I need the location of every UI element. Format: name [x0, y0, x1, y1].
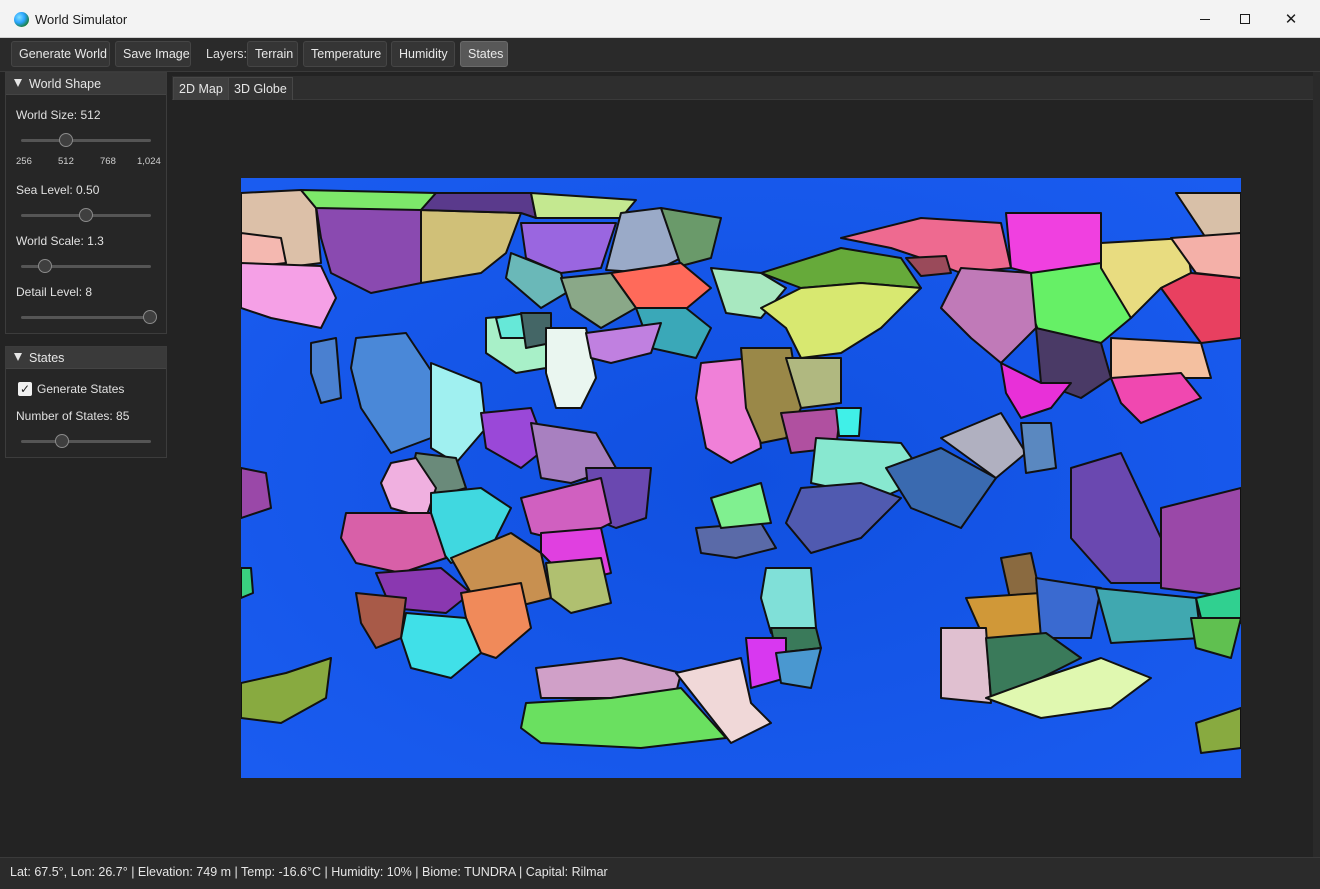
status-text: Lat: 67.5°, Lon: 26.7° | Elevation: 749 … — [10, 865, 608, 879]
state-region[interactable] — [241, 467, 272, 519]
layer-temperature-button[interactable]: Temperature — [303, 41, 387, 67]
slider-track — [21, 440, 151, 443]
slider-track — [21, 316, 151, 319]
state-region[interactable] — [1110, 337, 1212, 379]
states-header[interactable]: States — [6, 347, 166, 369]
slider-thumb[interactable] — [55, 434, 69, 448]
world-shape-title: World Shape — [29, 77, 102, 91]
world-map-canvas[interactable] — [241, 178, 1241, 778]
world-shape-header[interactable]: World Shape — [6, 73, 166, 95]
content-area: 2D Map 3D Globe — [167, 72, 1313, 857]
close-icon: ✕ — [1284, 11, 1298, 28]
slider-track — [21, 139, 151, 142]
state-region[interactable] — [835, 407, 862, 437]
right-edge — [1313, 72, 1320, 889]
title-bar: World Simulator ✕ — [0, 0, 1320, 38]
slider-thumb[interactable] — [59, 133, 73, 147]
slider-thumb[interactable] — [79, 208, 93, 222]
world-scale-label: World Scale: 1.3 — [16, 234, 104, 248]
states-title: States — [29, 351, 65, 365]
tick-label: 256 — [16, 156, 32, 167]
tick-label: 1,024 — [137, 156, 161, 167]
collapse-triangle-icon — [14, 79, 22, 87]
state-region[interactable] — [940, 627, 992, 704]
view-tabs: 2D Map 3D Globe — [172, 76, 1313, 100]
slider-thumb[interactable] — [38, 259, 52, 273]
state-region[interactable] — [1095, 587, 1202, 644]
layers-label: Layers: — [206, 47, 247, 61]
save-image-button[interactable]: Save Image — [115, 41, 191, 67]
state-region[interactable] — [760, 567, 817, 634]
state-region[interactable] — [1005, 212, 1102, 274]
sidebar: World Shape World Size: 512 256 512 768 … — [0, 72, 167, 857]
checkmark-icon: ✓ — [19, 382, 31, 396]
generate-states-checkbox[interactable]: ✓ — [18, 382, 32, 396]
layer-terrain-button[interactable]: Terrain — [247, 41, 298, 67]
detail-level-label: Detail Level: 8 — [16, 285, 93, 299]
maximize-button[interactable] — [1222, 0, 1268, 38]
tab-3d-globe[interactable]: 3D Globe — [228, 77, 293, 100]
states-panel: States ✓ Generate States Number of State… — [5, 346, 167, 458]
world-map[interactable] — [241, 178, 1241, 778]
minimize-icon — [1200, 18, 1210, 20]
generate-states-label: Generate States — [37, 382, 125, 396]
window-title: World Simulator — [35, 12, 128, 27]
world-size-slider[interactable] — [21, 133, 151, 147]
globe-icon — [14, 12, 29, 27]
tick-label: 512 — [58, 156, 74, 167]
detail-level-slider[interactable] — [21, 310, 157, 324]
slider-thumb[interactable] — [143, 310, 157, 324]
close-button[interactable]: ✕ — [1268, 0, 1314, 38]
layer-states-button[interactable]: States — [460, 41, 508, 67]
state-region[interactable] — [241, 567, 254, 599]
layer-humidity-button[interactable]: Humidity — [391, 41, 455, 67]
sea-level-label: Sea Level: 0.50 — [16, 183, 100, 197]
number-of-states-label: Number of States: 85 — [16, 409, 130, 423]
world-shape-panel: World Shape World Size: 512 256 512 768 … — [5, 72, 167, 334]
collapse-triangle-icon — [14, 353, 22, 361]
world-size-ticks: 256 512 768 1,024 — [16, 156, 162, 168]
generate-world-button[interactable]: Generate World — [11, 41, 110, 67]
toolbar: Generate World Save Image Layers: Terrai… — [0, 38, 1320, 72]
state-region[interactable] — [1160, 487, 1241, 599]
world-size-label: World Size: 512 — [16, 108, 101, 122]
state-region[interactable] — [1020, 422, 1057, 474]
maximize-icon — [1240, 14, 1250, 24]
tick-label: 768 — [100, 156, 116, 167]
number-of-states-slider[interactable] — [21, 434, 151, 448]
sea-level-slider[interactable] — [21, 208, 151, 222]
status-bar: Lat: 67.5°, Lon: 26.7° | Elevation: 749 … — [0, 857, 1320, 889]
world-scale-slider[interactable] — [21, 259, 151, 273]
tab-2d-map[interactable]: 2D Map — [173, 77, 229, 100]
state-region[interactable] — [340, 512, 447, 574]
state-region[interactable] — [1035, 577, 1102, 639]
state-region[interactable] — [300, 189, 437, 211]
